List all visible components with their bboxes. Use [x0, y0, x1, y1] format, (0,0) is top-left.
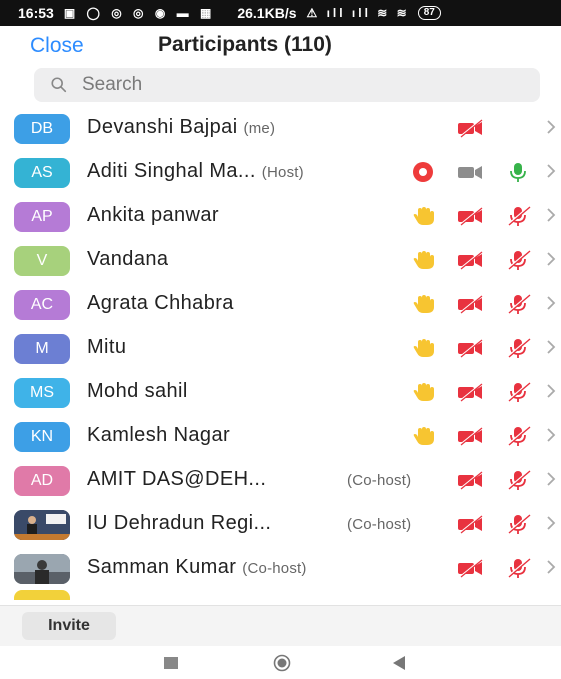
chevron-right-icon [547, 120, 556, 134]
participant-name: Mitu [87, 336, 127, 358]
chevron-right-icon [547, 208, 556, 222]
participant-name: Aditi Singhal Ma... [87, 160, 256, 182]
participant-row[interactable]: IU Dehradun Regi... (Co-host) [0, 502, 561, 546]
participant-row[interactable]: V Vandana [0, 238, 561, 282]
mic-off-icon [507, 338, 531, 358]
participant-name: Vandana [87, 248, 169, 270]
participant-name: Samman Kumar [87, 556, 237, 578]
mic-off-icon [507, 382, 531, 402]
page-title: Participants (110) [158, 33, 332, 56]
avatar: AS [14, 158, 70, 188]
participant-tag: (Co-host) [347, 516, 412, 533]
invite-button[interactable]: Invite [22, 612, 116, 640]
participant-name: Agrata Chhabra [87, 292, 234, 314]
recent-apps-icon[interactable] [164, 657, 178, 669]
participant-name: Devanshi Bajpai [87, 116, 238, 138]
raise-hand-icon [413, 251, 434, 269]
chevron-right-icon [547, 560, 556, 574]
participant-row[interactable]: AP Ankita panwar [0, 194, 561, 238]
android-nav-bar [0, 650, 561, 679]
back-icon[interactable] [392, 655, 406, 671]
raise-hand-icon [413, 383, 434, 401]
avatar: AD [14, 466, 70, 496]
mic-off-icon [507, 250, 531, 270]
avatar: MS [14, 378, 70, 408]
recording-icon [413, 162, 433, 182]
video-off-icon [458, 471, 483, 490]
participant-tag: (me) [243, 120, 276, 137]
participant-name: IU Dehradun Regi... [87, 512, 272, 534]
participant-name: Kamlesh Nagar [87, 424, 231, 446]
search-icon [51, 77, 67, 93]
avatar-photo [14, 554, 70, 584]
mic-off-icon [507, 294, 531, 314]
status-bar: 16:53 ▣ ◯ ◎ ◎ ◉ ▬ ▦ 26.1KB/s ⚠ ıll ıll ≋… [0, 0, 561, 26]
avatar: DB [14, 114, 70, 144]
participant-name: Mohd sahil [87, 380, 188, 402]
chevron-right-icon [547, 516, 556, 530]
close-button[interactable]: Close [30, 34, 84, 58]
avatar: AP [14, 202, 70, 232]
participant-row[interactable]: AC Agrata Chhabra [0, 282, 561, 326]
participant-list: DB Devanshi Bajpai (me) AS Aditi Singhal … [0, 106, 561, 600]
search-input[interactable] [80, 73, 504, 97]
mic-on-icon [510, 163, 526, 182]
mic-off-icon [507, 206, 531, 226]
participant-row[interactable]: M Mitu [0, 326, 561, 370]
participant-tag: (Co-host) [242, 560, 307, 577]
chevron-right-icon [547, 472, 556, 486]
participants-footer: Invite [0, 605, 561, 646]
home-icon[interactable] [273, 654, 291, 672]
chevron-right-icon [547, 384, 556, 398]
participant-tag: (Co-host) [347, 472, 412, 489]
avatar [14, 590, 70, 600]
participants-header: Close Participants (110) [0, 26, 561, 66]
video-off-icon [458, 119, 483, 138]
chevron-right-icon [547, 164, 556, 178]
participant-name: AMIT DAS@DEH... [87, 468, 267, 490]
video-off-icon [458, 427, 483, 446]
video-off-icon [458, 207, 483, 226]
participant-row[interactable]: DB Devanshi Bajpai (me) [0, 106, 561, 150]
participant-row[interactable]: Samman Kumar (Co-host) [0, 546, 561, 590]
mic-off-icon [507, 426, 531, 446]
raise-hand-icon [413, 207, 434, 225]
signal-wifi-icons: ⚠ ıll ıll ≋ ≋ [306, 6, 410, 20]
video-off-icon [458, 251, 483, 270]
video-off-icon [458, 295, 483, 314]
avatar: AC [14, 290, 70, 320]
participant-row[interactable]: MS Mohd sahil [0, 370, 561, 414]
raise-hand-icon [413, 295, 434, 313]
chevron-right-icon [547, 296, 556, 310]
avatar-photo [14, 510, 70, 540]
video-on-icon [458, 166, 482, 179]
search-bar[interactable] [34, 68, 540, 102]
participant-row[interactable]: AS Aditi Singhal Ma... (Host) [0, 150, 561, 194]
video-off-icon [458, 515, 483, 534]
video-off-icon [458, 383, 483, 402]
participant-row[interactable]: KN Kamlesh Nagar [0, 414, 561, 458]
chevron-right-icon [547, 428, 556, 442]
raise-hand-icon [413, 427, 434, 445]
notification-icons: ▣ ◯ ◎ ◎ ◉ ▬ ▦ [63, 6, 216, 20]
raise-hand-icon [413, 339, 434, 357]
video-off-icon [458, 339, 483, 358]
participant-tag: (Host) [261, 164, 304, 181]
avatar: KN [14, 422, 70, 452]
participant-row[interactable]: AD AMIT DAS@DEH... (Co-host) [0, 458, 561, 502]
participant-row-partial[interactable] [0, 590, 561, 600]
chevron-right-icon [547, 340, 556, 354]
network-speed: 26.1KB/s [237, 5, 297, 21]
chevron-right-icon [547, 252, 556, 266]
mic-off-icon [507, 514, 531, 534]
mic-off-icon [507, 470, 531, 490]
avatar: V [14, 246, 70, 276]
status-time: 16:53 [18, 5, 54, 21]
mic-off-icon [507, 558, 531, 578]
video-off-icon [458, 559, 483, 578]
avatar: M [14, 334, 70, 364]
battery-indicator: 87 [417, 6, 441, 20]
participant-name: Ankita panwar [87, 204, 219, 226]
